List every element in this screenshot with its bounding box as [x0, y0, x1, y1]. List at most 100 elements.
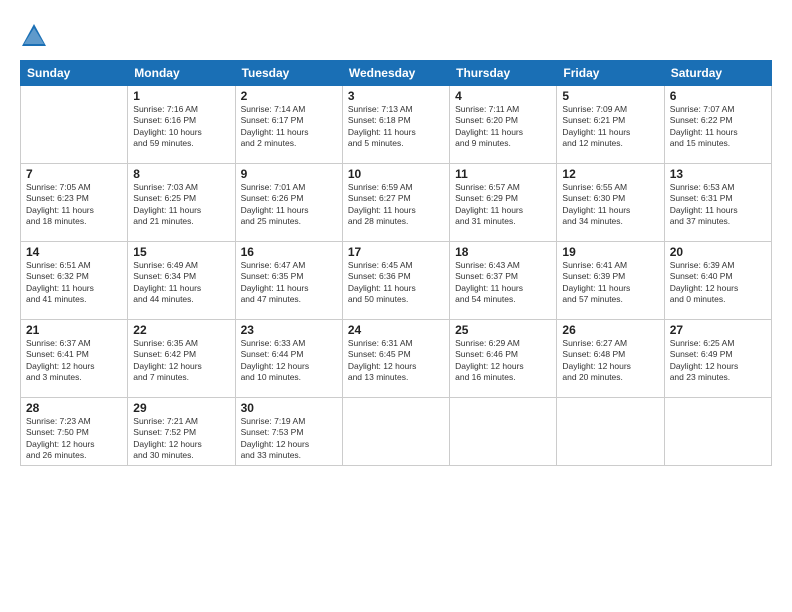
calendar-header-saturday: Saturday [664, 61, 771, 86]
day-info: Sunrise: 6:27 AM Sunset: 6:48 PM Dayligh… [562, 338, 658, 384]
day-number: 18 [455, 245, 551, 259]
calendar-cell: 19Sunrise: 6:41 AM Sunset: 6:39 PM Dayli… [557, 242, 664, 320]
calendar-header-wednesday: Wednesday [342, 61, 449, 86]
calendar-cell: 18Sunrise: 6:43 AM Sunset: 6:37 PM Dayli… [450, 242, 557, 320]
calendar-cell [342, 398, 449, 466]
day-number: 13 [670, 167, 766, 181]
logo [20, 22, 52, 50]
day-info: Sunrise: 7:19 AM Sunset: 7:53 PM Dayligh… [241, 416, 337, 462]
day-info: Sunrise: 7:09 AM Sunset: 6:21 PM Dayligh… [562, 104, 658, 150]
day-info: Sunrise: 6:41 AM Sunset: 6:39 PM Dayligh… [562, 260, 658, 306]
day-number: 16 [241, 245, 337, 259]
day-number: 25 [455, 323, 551, 337]
day-info: Sunrise: 6:31 AM Sunset: 6:45 PM Dayligh… [348, 338, 444, 384]
calendar-cell: 27Sunrise: 6:25 AM Sunset: 6:49 PM Dayli… [664, 320, 771, 398]
day-number: 8 [133, 167, 229, 181]
calendar-cell: 15Sunrise: 6:49 AM Sunset: 6:34 PM Dayli… [128, 242, 235, 320]
calendar-cell: 12Sunrise: 6:55 AM Sunset: 6:30 PM Dayli… [557, 164, 664, 242]
day-info: Sunrise: 7:14 AM Sunset: 6:17 PM Dayligh… [241, 104, 337, 150]
calendar-cell: 21Sunrise: 6:37 AM Sunset: 6:41 PM Dayli… [21, 320, 128, 398]
day-info: Sunrise: 7:07 AM Sunset: 6:22 PM Dayligh… [670, 104, 766, 150]
calendar-week-1: 1Sunrise: 7:16 AM Sunset: 6:16 PM Daylig… [21, 86, 772, 164]
day-number: 14 [26, 245, 122, 259]
day-number: 4 [455, 89, 551, 103]
calendar-cell: 7Sunrise: 7:05 AM Sunset: 6:23 PM Daylig… [21, 164, 128, 242]
calendar-cell: 5Sunrise: 7:09 AM Sunset: 6:21 PM Daylig… [557, 86, 664, 164]
calendar-cell [664, 398, 771, 466]
calendar-cell: 29Sunrise: 7:21 AM Sunset: 7:52 PM Dayli… [128, 398, 235, 466]
day-number: 6 [670, 89, 766, 103]
page: SundayMondayTuesdayWednesdayThursdayFrid… [0, 0, 792, 612]
day-info: Sunrise: 7:16 AM Sunset: 6:16 PM Dayligh… [133, 104, 229, 150]
calendar-cell: 16Sunrise: 6:47 AM Sunset: 6:35 PM Dayli… [235, 242, 342, 320]
day-number: 30 [241, 401, 337, 415]
day-info: Sunrise: 6:57 AM Sunset: 6:29 PM Dayligh… [455, 182, 551, 228]
calendar-cell [450, 398, 557, 466]
calendar-cell: 9Sunrise: 7:01 AM Sunset: 6:26 PM Daylig… [235, 164, 342, 242]
header [20, 18, 772, 50]
calendar-cell: 17Sunrise: 6:45 AM Sunset: 6:36 PM Dayli… [342, 242, 449, 320]
day-info: Sunrise: 6:53 AM Sunset: 6:31 PM Dayligh… [670, 182, 766, 228]
calendar-cell: 13Sunrise: 6:53 AM Sunset: 6:31 PM Dayli… [664, 164, 771, 242]
day-number: 1 [133, 89, 229, 103]
day-info: Sunrise: 6:59 AM Sunset: 6:27 PM Dayligh… [348, 182, 444, 228]
day-info: Sunrise: 7:05 AM Sunset: 6:23 PM Dayligh… [26, 182, 122, 228]
calendar-cell: 24Sunrise: 6:31 AM Sunset: 6:45 PM Dayli… [342, 320, 449, 398]
day-info: Sunrise: 7:21 AM Sunset: 7:52 PM Dayligh… [133, 416, 229, 462]
day-number: 15 [133, 245, 229, 259]
day-info: Sunrise: 7:13 AM Sunset: 6:18 PM Dayligh… [348, 104, 444, 150]
calendar-cell: 26Sunrise: 6:27 AM Sunset: 6:48 PM Dayli… [557, 320, 664, 398]
calendar-header-sunday: Sunday [21, 61, 128, 86]
day-number: 17 [348, 245, 444, 259]
calendar-cell: 10Sunrise: 6:59 AM Sunset: 6:27 PM Dayli… [342, 164, 449, 242]
calendar-week-2: 7Sunrise: 7:05 AM Sunset: 6:23 PM Daylig… [21, 164, 772, 242]
day-info: Sunrise: 6:37 AM Sunset: 6:41 PM Dayligh… [26, 338, 122, 384]
calendar-week-5: 28Sunrise: 7:23 AM Sunset: 7:50 PM Dayli… [21, 398, 772, 466]
calendar-cell [557, 398, 664, 466]
day-number: 23 [241, 323, 337, 337]
day-info: Sunrise: 6:29 AM Sunset: 6:46 PM Dayligh… [455, 338, 551, 384]
calendar-cell: 22Sunrise: 6:35 AM Sunset: 6:42 PM Dayli… [128, 320, 235, 398]
day-info: Sunrise: 6:55 AM Sunset: 6:30 PM Dayligh… [562, 182, 658, 228]
day-info: Sunrise: 7:03 AM Sunset: 6:25 PM Dayligh… [133, 182, 229, 228]
calendar-cell: 25Sunrise: 6:29 AM Sunset: 6:46 PM Dayli… [450, 320, 557, 398]
calendar-week-3: 14Sunrise: 6:51 AM Sunset: 6:32 PM Dayli… [21, 242, 772, 320]
day-number: 11 [455, 167, 551, 181]
day-info: Sunrise: 7:11 AM Sunset: 6:20 PM Dayligh… [455, 104, 551, 150]
day-info: Sunrise: 6:49 AM Sunset: 6:34 PM Dayligh… [133, 260, 229, 306]
day-number: 5 [562, 89, 658, 103]
day-info: Sunrise: 6:39 AM Sunset: 6:40 PM Dayligh… [670, 260, 766, 306]
day-info: Sunrise: 7:23 AM Sunset: 7:50 PM Dayligh… [26, 416, 122, 462]
day-number: 19 [562, 245, 658, 259]
day-number: 27 [670, 323, 766, 337]
day-number: 29 [133, 401, 229, 415]
day-number: 28 [26, 401, 122, 415]
day-number: 7 [26, 167, 122, 181]
calendar-cell [21, 86, 128, 164]
calendar-cell: 4Sunrise: 7:11 AM Sunset: 6:20 PM Daylig… [450, 86, 557, 164]
calendar-cell: 23Sunrise: 6:33 AM Sunset: 6:44 PM Dayli… [235, 320, 342, 398]
day-info: Sunrise: 6:35 AM Sunset: 6:42 PM Dayligh… [133, 338, 229, 384]
day-number: 10 [348, 167, 444, 181]
day-info: Sunrise: 6:47 AM Sunset: 6:35 PM Dayligh… [241, 260, 337, 306]
day-number: 24 [348, 323, 444, 337]
calendar-table: SundayMondayTuesdayWednesdayThursdayFrid… [20, 60, 772, 466]
calendar-cell: 2Sunrise: 7:14 AM Sunset: 6:17 PM Daylig… [235, 86, 342, 164]
calendar-header-friday: Friday [557, 61, 664, 86]
calendar-cell: 30Sunrise: 7:19 AM Sunset: 7:53 PM Dayli… [235, 398, 342, 466]
day-number: 26 [562, 323, 658, 337]
day-info: Sunrise: 6:43 AM Sunset: 6:37 PM Dayligh… [455, 260, 551, 306]
calendar-header-monday: Monday [128, 61, 235, 86]
day-info: Sunrise: 6:51 AM Sunset: 6:32 PM Dayligh… [26, 260, 122, 306]
logo-icon [20, 22, 48, 50]
calendar-header-tuesday: Tuesday [235, 61, 342, 86]
calendar-cell: 6Sunrise: 7:07 AM Sunset: 6:22 PM Daylig… [664, 86, 771, 164]
calendar-cell: 28Sunrise: 7:23 AM Sunset: 7:50 PM Dayli… [21, 398, 128, 466]
day-number: 20 [670, 245, 766, 259]
day-number: 12 [562, 167, 658, 181]
day-info: Sunrise: 7:01 AM Sunset: 6:26 PM Dayligh… [241, 182, 337, 228]
calendar-cell: 1Sunrise: 7:16 AM Sunset: 6:16 PM Daylig… [128, 86, 235, 164]
day-number: 22 [133, 323, 229, 337]
day-number: 2 [241, 89, 337, 103]
calendar-cell: 3Sunrise: 7:13 AM Sunset: 6:18 PM Daylig… [342, 86, 449, 164]
